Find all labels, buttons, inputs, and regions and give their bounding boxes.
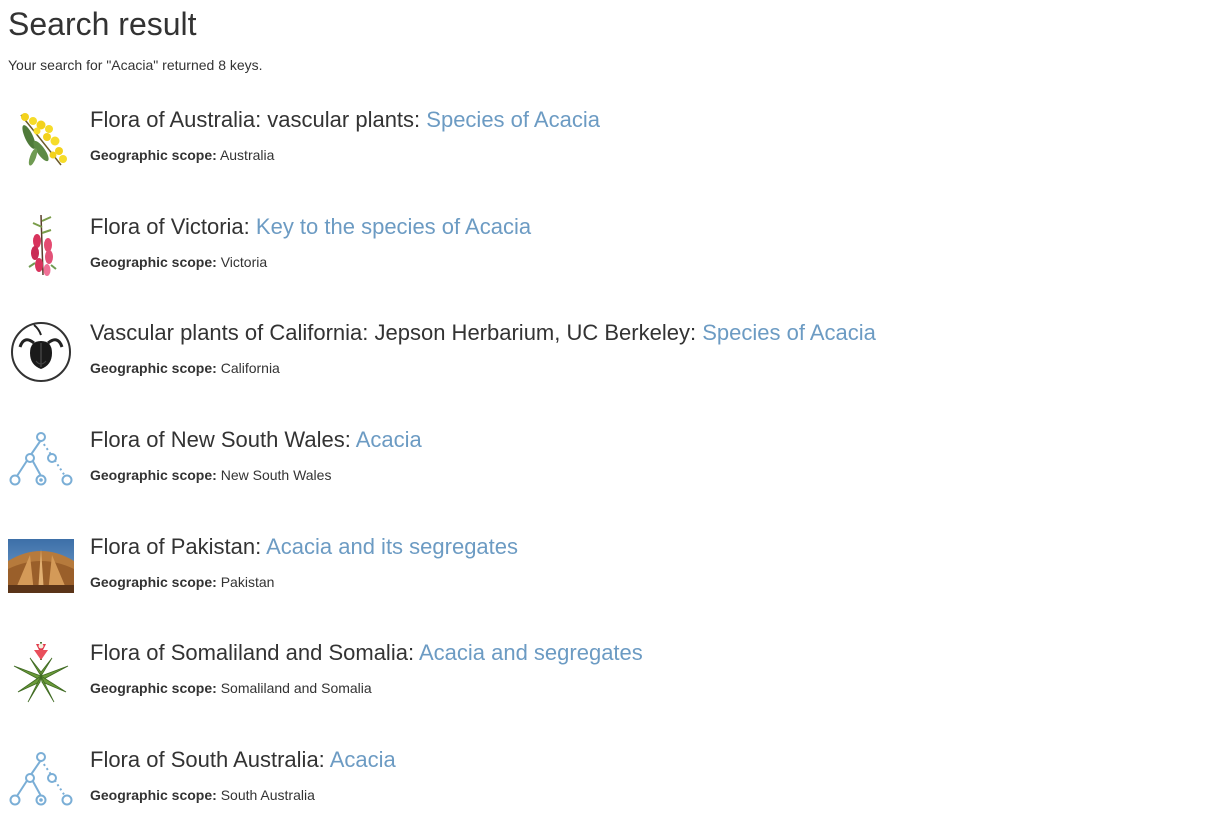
pakistan-monument-icon: [8, 533, 74, 599]
result-item: Flora of Australia: vascular plants: Spe…: [0, 106, 1100, 186]
result-link[interactable]: Species of Acacia: [426, 107, 600, 132]
result-source: Flora of South Australia:: [90, 747, 325, 772]
scope-label: Geographic scope:: [90, 787, 217, 803]
geographic-scope: Geographic scope: California: [90, 359, 280, 377]
result-title: Flora of Somaliland and Somalia: Acacia …: [90, 639, 643, 667]
scope-label: Geographic scope:: [90, 680, 217, 696]
geographic-scope: Geographic scope: Australia: [90, 146, 274, 164]
scope-value: New South Wales: [220, 467, 332, 483]
result-title: Flora of New South Wales: Acacia: [90, 426, 422, 454]
jepson-logo-icon: [8, 319, 74, 385]
scope-label: Geographic scope:: [90, 254, 217, 270]
geographic-scope: Geographic scope: Somaliland and Somalia: [90, 679, 372, 697]
page-title: Search result: [8, 6, 197, 42]
result-title: Flora of Victoria: Key to the species of…: [90, 213, 531, 241]
result-title: Vascular plants of California: Jepson He…: [90, 319, 876, 347]
result-source: Flora of New South Wales:: [90, 427, 351, 452]
result-item: Flora of New South Wales: Acacia Geograp…: [0, 426, 1100, 506]
scope-label: Geographic scope:: [90, 467, 217, 483]
geographic-scope: Geographic scope: South Australia: [90, 786, 315, 804]
wattle-flower-icon: [8, 106, 74, 172]
scope-label: Geographic scope:: [90, 360, 217, 376]
result-title: Flora of Pakistan: Acacia and its segreg…: [90, 533, 518, 561]
result-source: Flora of Victoria:: [90, 214, 250, 239]
key-tree-icon: [8, 426, 74, 492]
result-link[interactable]: Acacia: [356, 427, 422, 452]
result-item: Flora of Victoria: Key to the species of…: [0, 213, 1100, 293]
scope-label: Geographic scope:: [90, 574, 217, 590]
epacris-flower-icon: [8, 213, 74, 279]
result-source: Flora of Somaliland and Somalia:: [90, 640, 415, 665]
geographic-scope: Geographic scope: New South Wales: [90, 466, 331, 484]
result-link[interactable]: Species of Acacia: [702, 320, 876, 345]
geographic-scope: Geographic scope: Victoria: [90, 253, 267, 271]
result-source: Flora of Australia: vascular plants:: [90, 107, 421, 132]
geographic-scope: Geographic scope: Pakistan: [90, 573, 274, 591]
result-item: Flora of Pakistan: Acacia and its segreg…: [0, 533, 1100, 613]
scope-value: South Australia: [220, 787, 315, 803]
scope-label: Geographic scope:: [90, 147, 217, 163]
scope-value: California: [220, 360, 280, 376]
result-title: Flora of Australia: vascular plants: Spe…: [90, 106, 600, 134]
result-link[interactable]: Acacia and its segregates: [266, 534, 518, 559]
result-item: Flora of Somaliland and Somalia: Acacia …: [0, 639, 1100, 719]
scope-value: Victoria: [220, 254, 268, 270]
result-link[interactable]: Acacia: [330, 747, 396, 772]
scope-value: Somaliland and Somalia: [220, 680, 372, 696]
result-item: Flora of South Australia: Acacia Geograp…: [0, 746, 1100, 826]
search-summary: Your search for "Acacia" returned 8 keys…: [8, 57, 263, 73]
scope-value: Pakistan: [220, 574, 275, 590]
result-source: Flora of Pakistan:: [90, 534, 262, 559]
result-item: Vascular plants of California: Jepson He…: [0, 319, 1100, 399]
result-title: Flora of South Australia: Acacia: [90, 746, 396, 774]
aloe-plant-icon: [8, 639, 74, 705]
scope-value: Australia: [219, 147, 275, 163]
result-source: Vascular plants of California: Jepson He…: [90, 320, 697, 345]
result-link[interactable]: Key to the species of Acacia: [256, 214, 531, 239]
key-tree-icon: [8, 746, 74, 812]
result-link[interactable]: Acacia and segregates: [419, 640, 643, 665]
